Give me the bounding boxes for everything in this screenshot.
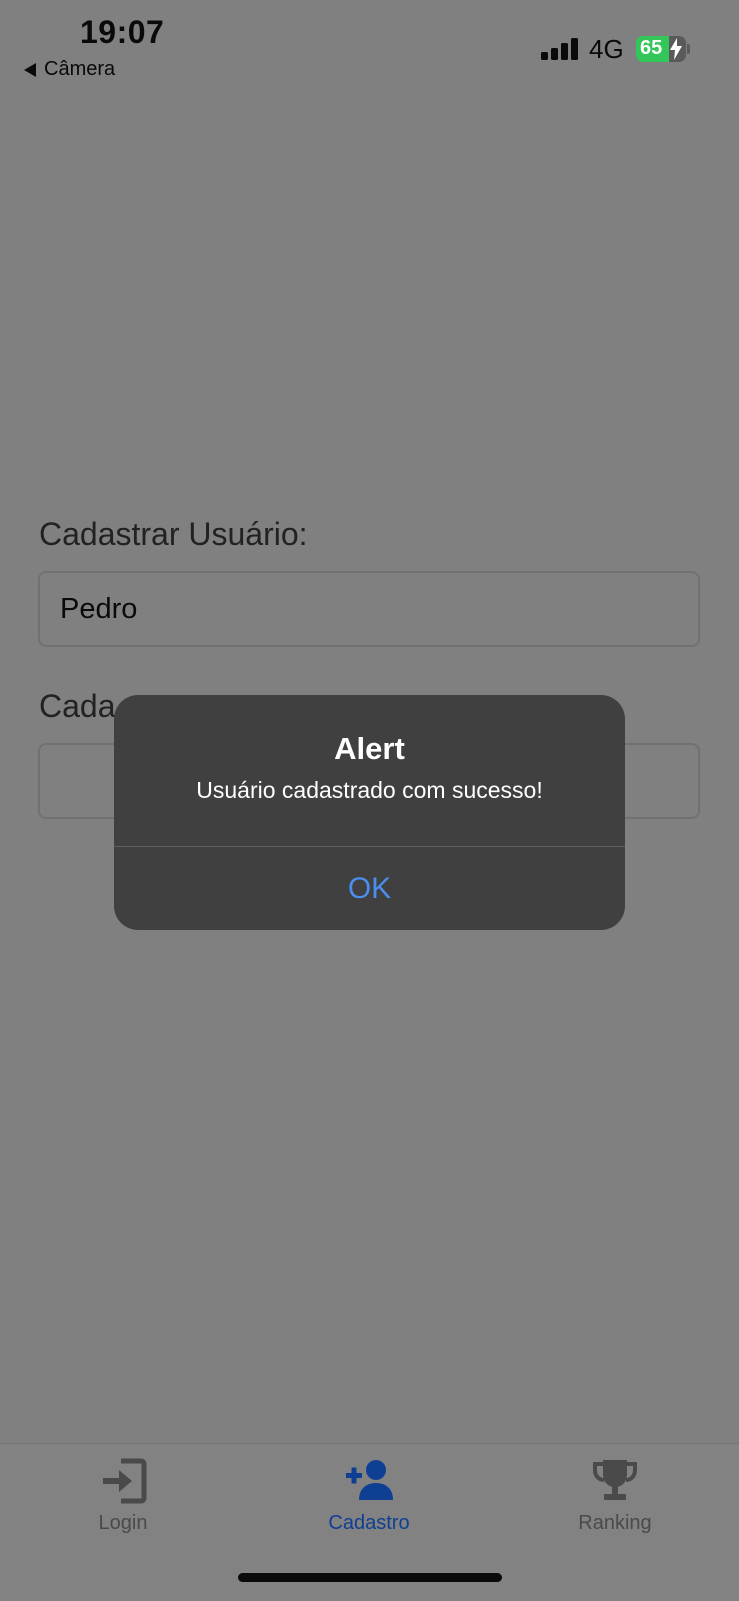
- back-arrow-icon: [24, 62, 36, 77]
- tab-login-label: Login: [98, 1512, 148, 1534]
- battery-nub: [687, 44, 690, 54]
- back-to-app-link[interactable]: Câmera: [24, 58, 115, 81]
- login-icon: [103, 1458, 147, 1504]
- battery-percentage: 65: [640, 37, 663, 59]
- back-app-label: Câmera: [44, 58, 116, 80]
- tab-ranking-label: Ranking: [578, 1512, 652, 1534]
- add-user-icon: [346, 1460, 393, 1500]
- username-input[interactable]: Pedro: [38, 571, 700, 647]
- network-type: 4G: [589, 34, 624, 64]
- tab-cadastro[interactable]: Cadastro: [289, 1458, 449, 1535]
- alert-message: Usuário cadastrado com sucesso!: [196, 777, 543, 803]
- cellular-signal-icon: [541, 38, 579, 60]
- tab-ranking[interactable]: Ranking: [535, 1458, 695, 1535]
- username-input-value: Pedro: [60, 593, 138, 625]
- charging-bolt-icon: [670, 38, 682, 60]
- battery-indicator: 65: [636, 36, 686, 62]
- register-user-label: Cadastrar Usuário:: [39, 516, 308, 552]
- alert-title: Alert: [334, 731, 405, 766]
- second-field-label: Cada: [39, 688, 116, 724]
- trophy-icon: [593, 1460, 637, 1500]
- tab-login[interactable]: Login: [43, 1458, 203, 1535]
- alert-ok-button[interactable]: OK: [114, 847, 625, 930]
- tab-cadastro-label: Cadastro: [328, 1512, 410, 1534]
- status-time: 19:07: [80, 14, 165, 50]
- home-indicator[interactable]: [238, 1573, 502, 1582]
- alert-dialog: Alert Usuário cadastrado com sucesso! OK: [114, 695, 625, 930]
